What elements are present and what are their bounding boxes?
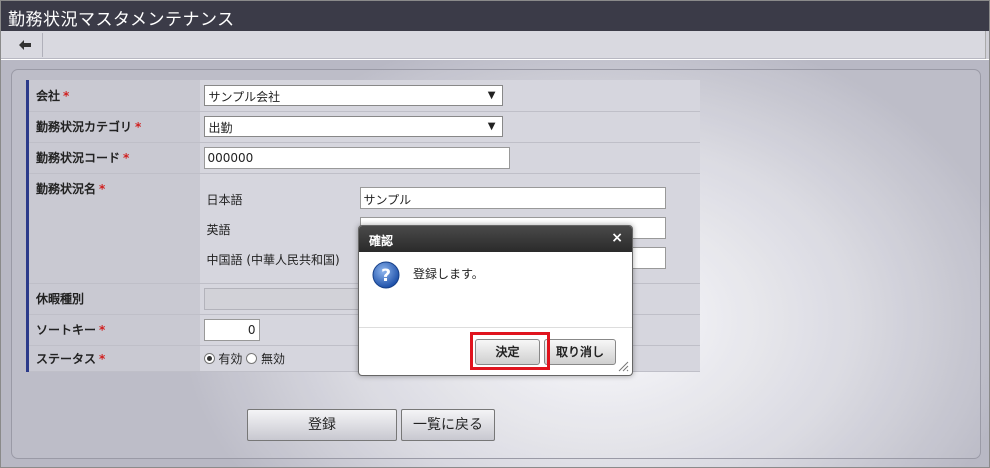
code-label: 勤務状況コード * (26, 142, 200, 174)
company-select[interactable]: サンプル会社 ▼ (203, 84, 503, 106)
category-label: 勤務状況カテゴリ * (26, 111, 200, 143)
dialog-title: 確認 (369, 234, 394, 248)
sort-key-input[interactable]: 0 (203, 318, 260, 341)
sort-key-label: ソートキー * (26, 314, 200, 346)
close-icon[interactable]: × (611, 230, 623, 246)
name-label: 勤務状況名 * (26, 173, 200, 284)
category-select[interactable]: 出勤 ▼ (203, 116, 503, 137)
dialog-body: ? 登録します。 (359, 252, 632, 328)
app-window: 勤務状況マスタメンテナンス 会社 * サンプル会社 ▼ 勤務状況カテゴリ * 出… (0, 0, 990, 468)
dropdown-arrow-icon: ▼ (487, 89, 496, 101)
status-inactive-radio[interactable] (246, 352, 258, 364)
highlight-box (470, 332, 550, 370)
toolbar-edge (985, 31, 989, 59)
status-active-radio[interactable] (203, 352, 215, 364)
register-button[interactable]: 登録 (247, 409, 397, 441)
company-select-value: サンプル会社 (208, 89, 281, 104)
dialog-message: 登録します。 (413, 267, 484, 281)
status-active-label: 有効 (218, 351, 243, 366)
title-bar: 勤務状況マスタメンテナンス (1, 1, 989, 31)
status-label: ステータス * (26, 345, 200, 372)
back-button[interactable] (9, 33, 43, 57)
name-ja-input[interactable]: サンプル (359, 187, 666, 209)
dropdown-arrow-icon: ▼ (487, 121, 496, 132)
arrow-left-icon (19, 40, 31, 50)
page-title: 勤務状況マスタメンテナンス (8, 10, 235, 30)
question-icon: ? (372, 261, 400, 289)
dialog-header: 確認 × (359, 226, 632, 252)
company-label: 会社 * (26, 80, 200, 112)
svg-text:?: ? (381, 266, 391, 286)
name-row-ja: 日本語 サンプル (200, 183, 701, 213)
toolbar (1, 31, 989, 59)
code-input[interactable]: 000000 (203, 146, 510, 169)
category-select-value: 出勤 (208, 121, 233, 135)
leave-type-label: 休暇種別 (26, 283, 200, 315)
cancel-button[interactable]: 取り消し (544, 339, 616, 365)
back-to-list-button[interactable]: 一覧に戻る (401, 409, 495, 441)
status-inactive-label: 無効 (261, 351, 286, 366)
resize-grip-icon[interactable] (618, 361, 629, 372)
